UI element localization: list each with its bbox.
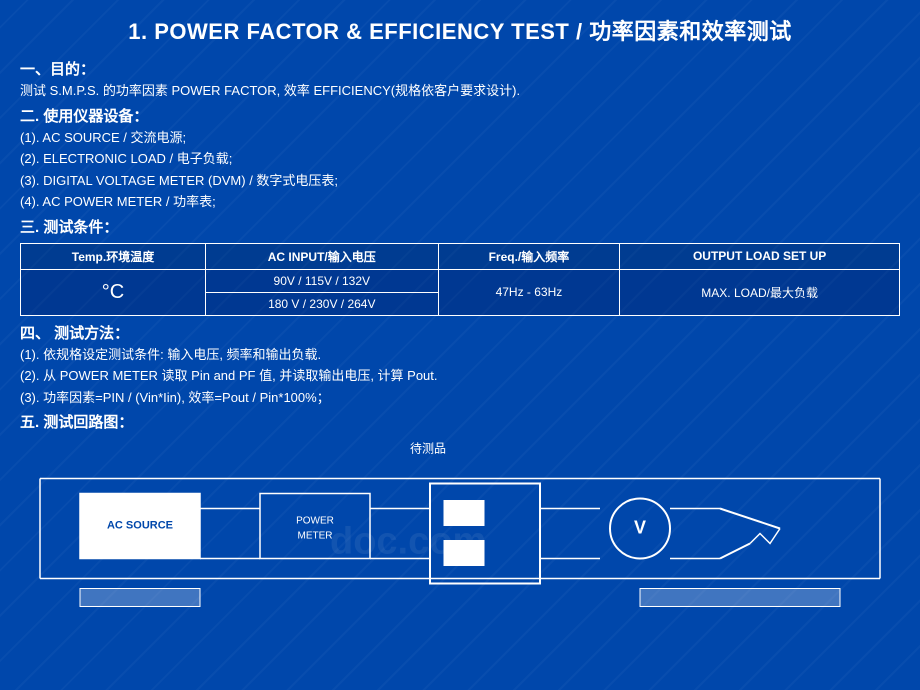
main-title: 1. POWER FACTOR & EFFICIENCY TEST / 功率因素… [20, 8, 900, 54]
equipment-item-1: (1). AC SOURCE / 交流电源; [20, 128, 900, 148]
objective-section: 一、目的： 测试 S.M.P.S. 的功率因素 POWER FACTOR, 效率… [20, 58, 900, 101]
equipment-item-3: (3). DIGITAL VOLTAGE METER (DVM) / 数字式电压… [20, 171, 900, 191]
objective-heading: 一、目的： [20, 58, 900, 79]
method-item-2: (2). 从 POWER METER 读取 Pin and PF 值, 并读取输… [20, 366, 900, 386]
svg-text:METER: METER [298, 531, 333, 542]
voltage-row1: 90V / 115V / 132V [206, 269, 439, 292]
methods-section: 四、 测试方法： (1). 依规格设定测试条件: 输入电压, 频率和输出负载. … [20, 322, 900, 408]
svg-text:POWER: POWER [296, 516, 334, 527]
methods-heading: 四、 测试方法： [20, 322, 900, 343]
equipment-heading: 二. 使用仪器设备： [20, 105, 900, 126]
conditions-table: Temp.环境温度 AC INPUT/输入电压 Freq./输入频率 OUTPU… [20, 243, 900, 316]
table-row: °C 90V / 115V / 132V 47Hz - 63Hz MAX. LO… [21, 269, 900, 292]
svg-text:待测品: 待测品 [410, 442, 446, 456]
svg-text:doc.com: doc.com [330, 521, 486, 563]
temp-cell: °C [21, 269, 206, 315]
circuit-section: 五. 测试回路图： 待测品 AC SOURCE [20, 411, 900, 611]
svg-text:AC SOURCE: AC SOURCE [107, 520, 173, 532]
method-item-3: (3). 功率因素=PIN / (Vin*Iin), 效率=Pout / Pin… [20, 388, 900, 408]
equipment-item-4: (4). AC POWER METER / 功率表; [20, 192, 900, 212]
load-cell: MAX. LOAD/最大负载 [620, 269, 900, 315]
circuit-heading: 五. 测试回路图： [20, 411, 900, 432]
col-acinput: AC INPUT/输入电压 [206, 243, 439, 269]
method-item-1: (1). 依规格设定测试条件: 输入电压, 频率和输出负载. [20, 345, 900, 365]
col-output: OUTPUT LOAD SET UP [620, 243, 900, 269]
voltage-row2: 180 V / 230V / 264V [206, 292, 439, 315]
circuit-diagram: 待测品 AC SOURCE POWER METER [20, 436, 900, 611]
conditions-heading: 三. 测试条件： [20, 216, 900, 237]
equipment-item-2: (2). ELECTRONIC LOAD / 电子负载; [20, 149, 900, 169]
freq-cell: 47Hz - 63Hz [438, 269, 620, 315]
svg-text:V: V [634, 518, 646, 538]
conditions-section: 三. 测试条件： Temp.环境温度 AC INPUT/输入电压 Freq./输… [20, 216, 900, 316]
equipment-section: 二. 使用仪器设备： (1). AC SOURCE / 交流电源; (2). E… [20, 105, 900, 212]
objective-text: 测试 S.M.P.S. 的功率因素 POWER FACTOR, 效率 EFFIC… [20, 81, 900, 101]
col-temp: Temp.环境温度 [21, 243, 206, 269]
col-freq: Freq./输入频率 [438, 243, 620, 269]
